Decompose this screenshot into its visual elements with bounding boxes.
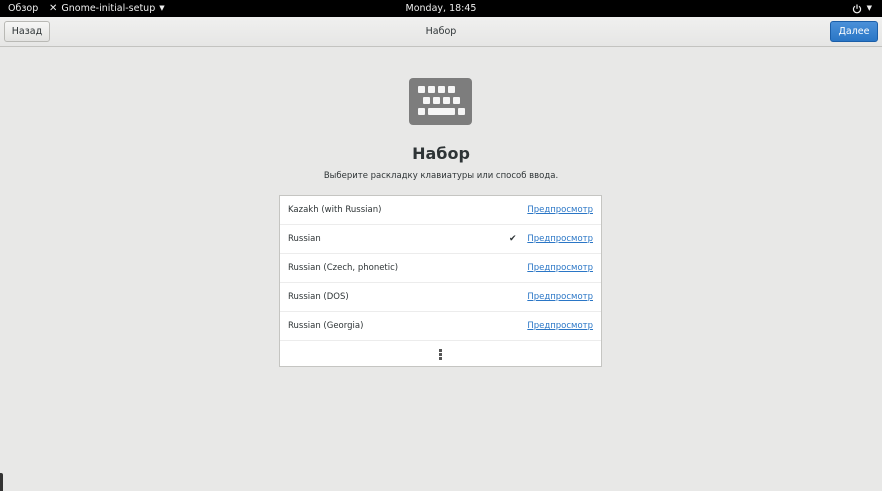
preview-link[interactable]: Предпросмотр <box>527 225 593 254</box>
layout-name: Russian <box>288 234 321 244</box>
more-layouts-button[interactable] <box>280 341 601 367</box>
clock[interactable]: Monday, 18:45 <box>406 3 477 14</box>
preview-link[interactable]: Предпросмотр <box>527 196 593 225</box>
next-button[interactable]: Далее <box>830 21 878 42</box>
layout-name: Kazakh (with Russian) <box>288 205 382 215</box>
activities-button[interactable]: Обзор <box>8 0 38 17</box>
layout-list: Kazakh (with Russian) Предпросмотр Russi… <box>279 195 602 367</box>
more-icon <box>439 349 442 360</box>
header-title: Набор <box>425 26 457 37</box>
power-icon <box>852 4 861 13</box>
preview-link[interactable]: Предпросмотр <box>527 312 593 341</box>
list-item[interactable]: Kazakh (with Russian) Предпросмотр <box>280 196 601 225</box>
keyboard-icon <box>409 78 472 125</box>
system-menu[interactable]: ▼ <box>852 0 872 17</box>
header-bar: Назад Набор Далее <box>0 17 882 47</box>
layout-name: Russian (Georgia) <box>288 321 364 331</box>
page-title: Набор <box>412 144 470 163</box>
preview-link[interactable]: Предпросмотр <box>527 254 593 283</box>
layout-name: Russian (Czech, phonetic) <box>288 263 399 273</box>
list-item[interactable]: Russian (DOS) Предпросмотр <box>280 283 601 312</box>
app-icon: ✕ <box>49 3 58 14</box>
chevron-down-icon: ▼ <box>159 4 165 12</box>
top-bar: Обзор ✕ Gnome-initial-setup ▼ Monday, 18… <box>0 0 882 17</box>
app-menu[interactable]: ✕ Gnome-initial-setup ▼ <box>49 0 165 17</box>
layout-name: Russian (DOS) <box>288 292 349 302</box>
check-icon: ✔ <box>509 234 517 244</box>
chevron-down-icon: ▼ <box>866 4 872 12</box>
app-menu-label: Gnome-initial-setup <box>61 3 156 14</box>
preview-link[interactable]: Предпросмотр <box>527 283 593 312</box>
list-item[interactable]: Russian ✔ Предпросмотр <box>280 225 601 254</box>
list-item[interactable]: Russian (Georgia) Предпросмотр <box>280 312 601 341</box>
edge-marker <box>0 473 3 491</box>
page-subtitle: Выберите раскладку клавиатуры или способ… <box>323 171 559 181</box>
list-item[interactable]: Russian (Czech, phonetic) Предпросмотр <box>280 254 601 283</box>
